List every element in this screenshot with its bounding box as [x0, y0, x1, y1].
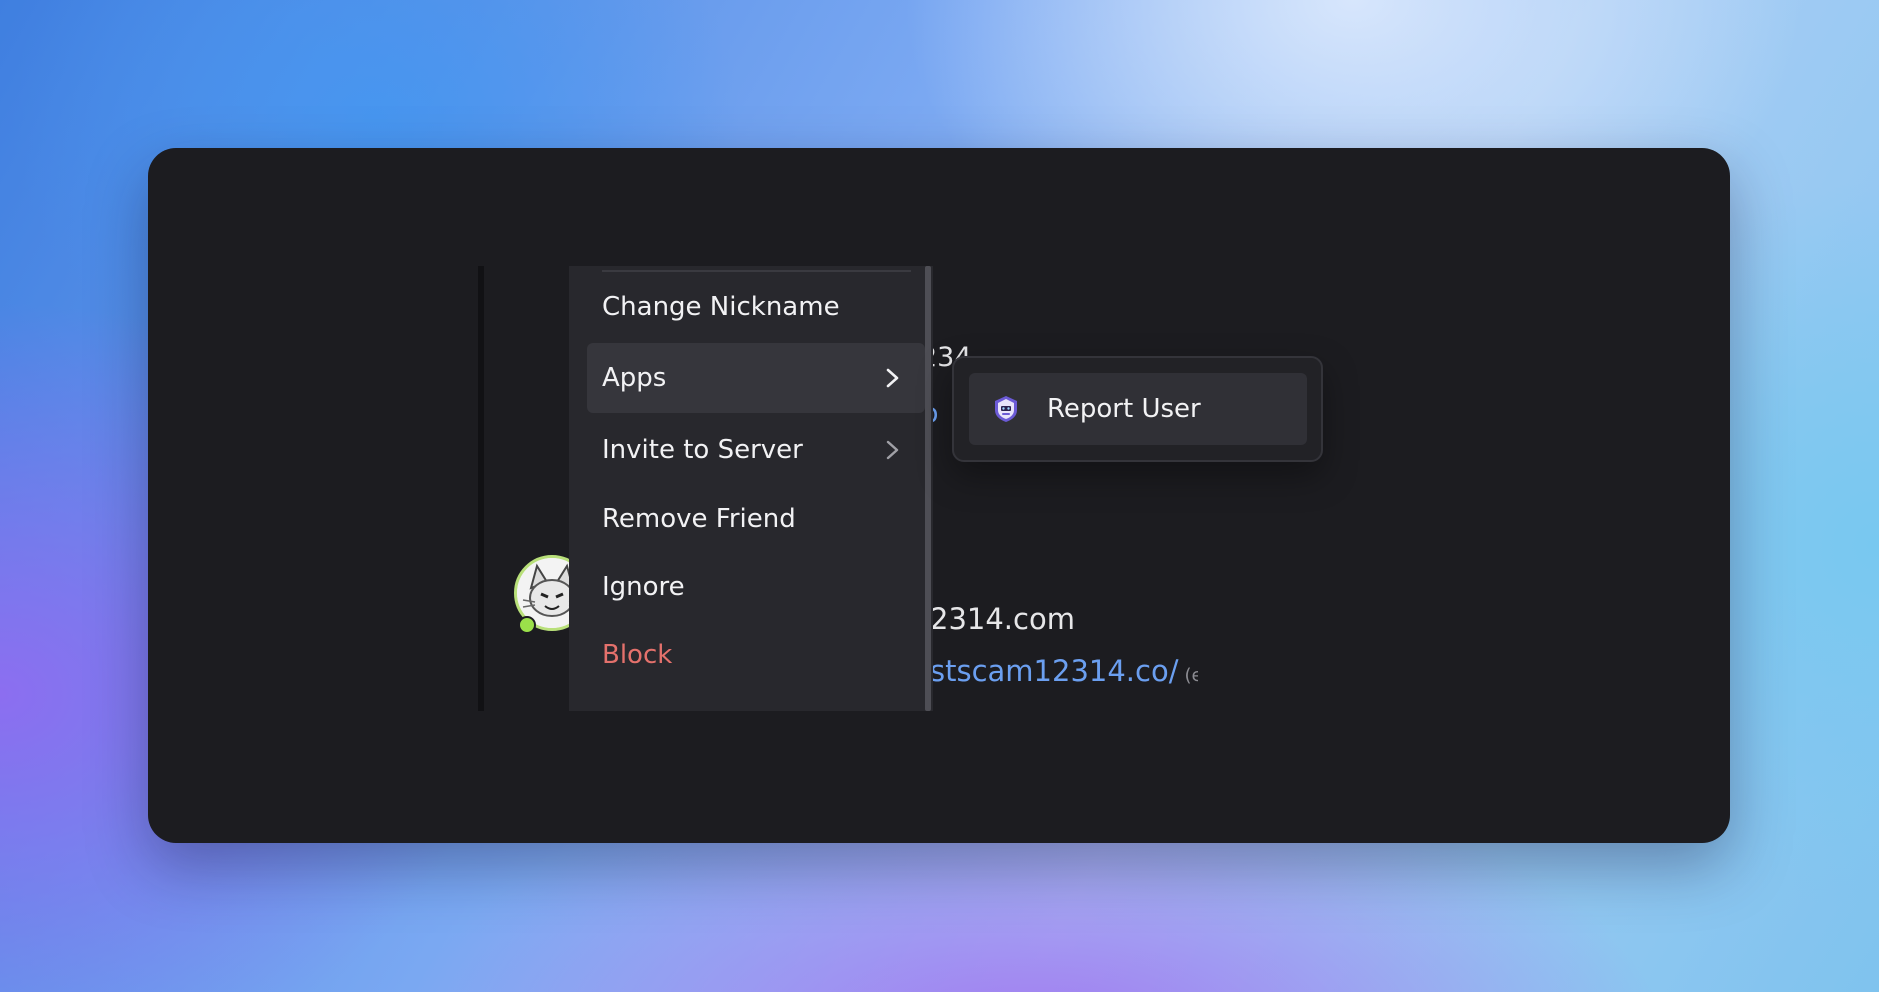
bot-app-icon: [995, 396, 1017, 422]
menu-item-ignore[interactable]: Ignore: [587, 552, 925, 622]
menu-item-label: Remove Friend: [602, 504, 796, 534]
menu-item-label: Ignore: [602, 572, 685, 602]
menu-item-label: Invite to Server: [602, 435, 803, 465]
message-title-partial: 2314.com: [930, 602, 1075, 636]
menu-item-change-nickname[interactable]: Change Nickname: [587, 272, 925, 342]
sparkle-status-icon: [518, 616, 536, 634]
chat-left-edge: [478, 266, 484, 711]
menu-item-apps[interactable]: Apps: [587, 343, 925, 413]
menu-item-block[interactable]: Block: [587, 620, 925, 690]
app-window: 234 o 2314.com stscam12314.co/(edited) C…: [148, 148, 1730, 843]
apps-submenu: Report User: [952, 356, 1323, 462]
message-link[interactable]: stscam12314.co/: [930, 654, 1178, 688]
menu-item-label: Block: [602, 640, 673, 670]
submenu-item-label: Report User: [1047, 394, 1201, 424]
chevron-right-icon: [886, 440, 899, 460]
user-context-menu: Change Nickname Apps Invite to Server Re…: [569, 266, 933, 711]
edited-label: (edited): [1184, 665, 1198, 686]
menu-item-remove-friend[interactable]: Remove Friend: [587, 484, 925, 554]
submenu-item-report-user[interactable]: Report User: [969, 373, 1307, 445]
menu-item-label: Change Nickname: [602, 292, 840, 322]
menu-item-invite-to-server[interactable]: Invite to Server: [587, 415, 925, 485]
message-link-row: stscam12314.co/ (edited): [930, 654, 1198, 688]
menu-scrollbar[interactable]: [925, 266, 931, 711]
menu-item-label: Apps: [602, 363, 667, 393]
chevron-right-icon: [886, 368, 899, 388]
